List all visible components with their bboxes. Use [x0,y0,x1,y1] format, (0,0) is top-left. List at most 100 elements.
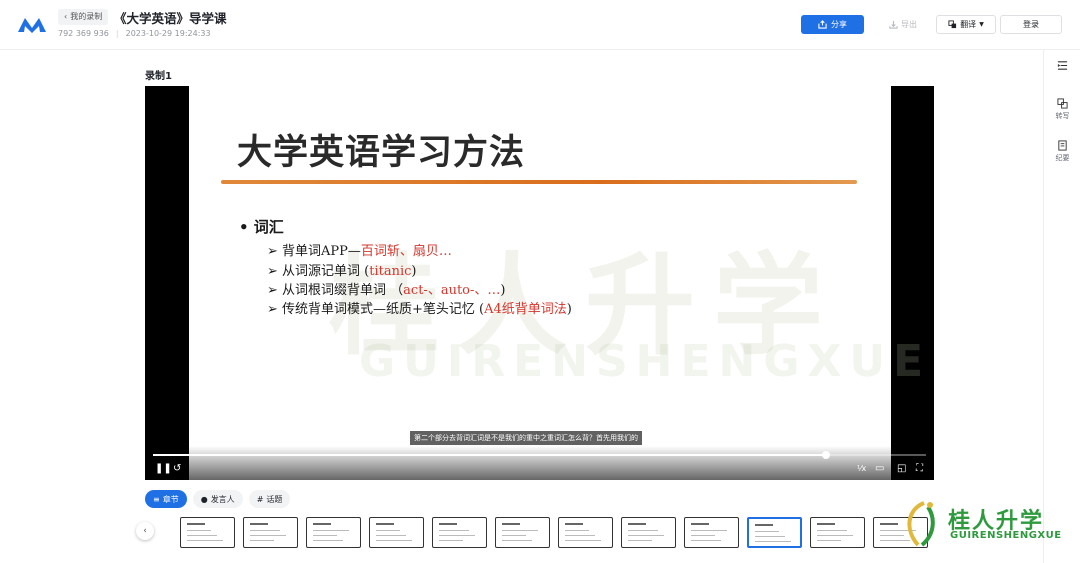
caption-icon[interactable]: ▭ [875,463,884,475]
thumbnail-text-line [313,535,337,536]
progress-bar[interactable] [153,451,926,459]
chapter-thumbnail[interactable] [243,517,298,548]
thumbnail-text-line [187,535,217,536]
thumbnail-text-line [502,530,538,531]
corner-logo-en: GUIRENSHENGXUE [950,530,1062,541]
section-tabs: ≡ 章节 ● 发言人 # 话题 [145,490,291,508]
chapter-thumbnail[interactable] [684,517,739,548]
thumbnail-text-line [439,530,469,531]
pause-icon[interactable]: ❚❚ [155,463,172,475]
thumbnail-title-line [628,523,646,525]
thumbnail-text-line [817,535,853,536]
share-button[interactable]: 分享 [801,15,864,34]
thumbnail-title-line [565,523,583,525]
right-rail: 转写 纪要 [1043,50,1080,563]
recording-title: 录制1 [145,71,172,82]
back-button[interactable]: ‹ 我的录制 [58,9,109,25]
export-button-label: 导出 [901,20,917,29]
meeting-meta: 792 369 936 | 2023-10-29 19:24:33 [58,29,211,38]
player-controls: ❚❚ ↺ ⅟x ▭ ◱ ⛶ [145,446,934,480]
thumbnail-text-line [376,540,412,541]
translate-dropdown[interactable]: 翻译 ▼ [936,15,996,34]
thumbnail-title-line [439,523,457,525]
progress-fill [153,454,826,456]
chapter-thumbnail[interactable] [180,517,235,548]
outline-icon [1057,61,1068,70]
back-button-label: 我的录制 [70,12,103,21]
thumbnail-text-line [376,530,400,531]
slide-title: 大学英语学习方法 [237,132,526,173]
share-button-label: 分享 [831,20,847,29]
rail-transcript-label: 转写 [1055,112,1070,120]
export-button[interactable]: 导出 [883,15,923,34]
thumbnail-title-line [250,523,268,525]
login-button[interactable]: 登录 [1000,15,1062,34]
rail-outline[interactable] [1044,60,1080,71]
user-icon: ● [200,494,208,504]
tab-speakers[interactable]: ● 发言人 [192,490,243,508]
share-icon [818,20,827,29]
meta-divider: | [115,29,119,38]
app-logo-icon[interactable] [16,14,48,34]
thumbnail-text-line [502,535,526,536]
thumbnail-text-line [313,540,343,541]
thumbnail-text-line [250,530,280,531]
meeting-datetime: 2023-10-29 19:24:33 [125,29,211,38]
slide-item: ➢ 从词根词缀背单词 （act-、auto-、…) [267,283,506,298]
thumbnail-text-line [755,541,791,542]
thumbnail-text-line [691,535,715,536]
thumbnail-title-line [376,523,394,525]
video-subtitle: 第二个部分去背词汇词是不是我们的重中之重词汇怎么背？首先用我们的 [410,431,642,445]
download-icon [889,20,898,29]
thumbnail-text-line [187,530,211,531]
thumbnail-title-line [817,523,835,525]
chapter-thumbnail[interactable] [747,517,802,548]
minutes-icon [1058,140,1067,151]
thumbnail-text-line [565,540,601,541]
translate-label: 翻译 [960,20,977,29]
chapter-thumbnail[interactable] [306,517,361,548]
chapter-thumbnail[interactable] [810,517,865,548]
rewind-icon[interactable]: ↺ [173,463,181,475]
chapter-thumbnail[interactable] [621,517,676,548]
thumbnail-text-line [439,540,463,541]
slide-item: ➢ 从词源记单词 (titanic) [267,264,417,279]
chevron-left-icon[interactable]: ‹ [136,522,154,540]
tab-chapters[interactable]: ≡ 章节 [145,490,187,508]
chapter-thumbnails: ‹ [136,514,936,563]
page-title: 《大学英语》导学课 [114,11,227,26]
chapter-icon: ≡ [153,494,160,504]
slide-frame: 桂人升学 GUIRENSHENGXUE 大学英语学习方法 • 词汇 ➢ 背单词A… [189,86,923,480]
progress-handle[interactable] [821,451,830,459]
thumbnail-text-line [755,531,779,532]
thumbnail-text-line [628,530,658,531]
thumbnail-text-line [565,535,595,536]
wheat-logo-icon [907,501,935,547]
fullscreen-icon[interactable]: ⛶ [916,463,923,475]
top-bar: ‹ 我的录制 《大学英语》导学课 792 369 936 | 2023-10-2… [0,0,1080,50]
thumbnail-text-line [313,530,349,531]
chapter-thumbnail[interactable] [558,517,613,548]
thumbnail-text-line [628,535,664,536]
thumbnail-text-line [187,540,223,541]
slide-item: ➢ 背单词APP—百词斩、扇贝… [267,244,452,259]
video-player[interactable]: 桂人升学 GUIRENSHENGXUE 大学英语学习方法 • 词汇 ➢ 背单词A… [145,86,934,480]
translate-icon [948,20,957,29]
speed-icon[interactable]: ⅟x [857,463,866,475]
rail-minutes-label: 纪要 [1055,154,1070,162]
pip-icon[interactable]: ◱ [897,463,906,475]
chapter-thumbnail[interactable] [369,517,424,548]
rail-transcript[interactable]: 转写 [1044,98,1080,121]
slide-bullet: • 词汇 [239,218,284,236]
thumbnail-text-line [691,540,721,541]
tab-topics[interactable]: # 话题 [248,490,291,508]
chevron-left-icon: ‹ [64,12,68,21]
thumbnail-text-line [250,535,286,536]
hash-icon: # [256,494,264,504]
slide-divider [221,180,857,184]
chapter-thumbnail[interactable] [495,517,550,548]
thumbnail-text-line [565,530,589,531]
thumbnail-text-line [817,530,847,531]
rail-minutes[interactable]: 纪要 [1044,140,1080,163]
chapter-thumbnail[interactable] [432,517,487,548]
